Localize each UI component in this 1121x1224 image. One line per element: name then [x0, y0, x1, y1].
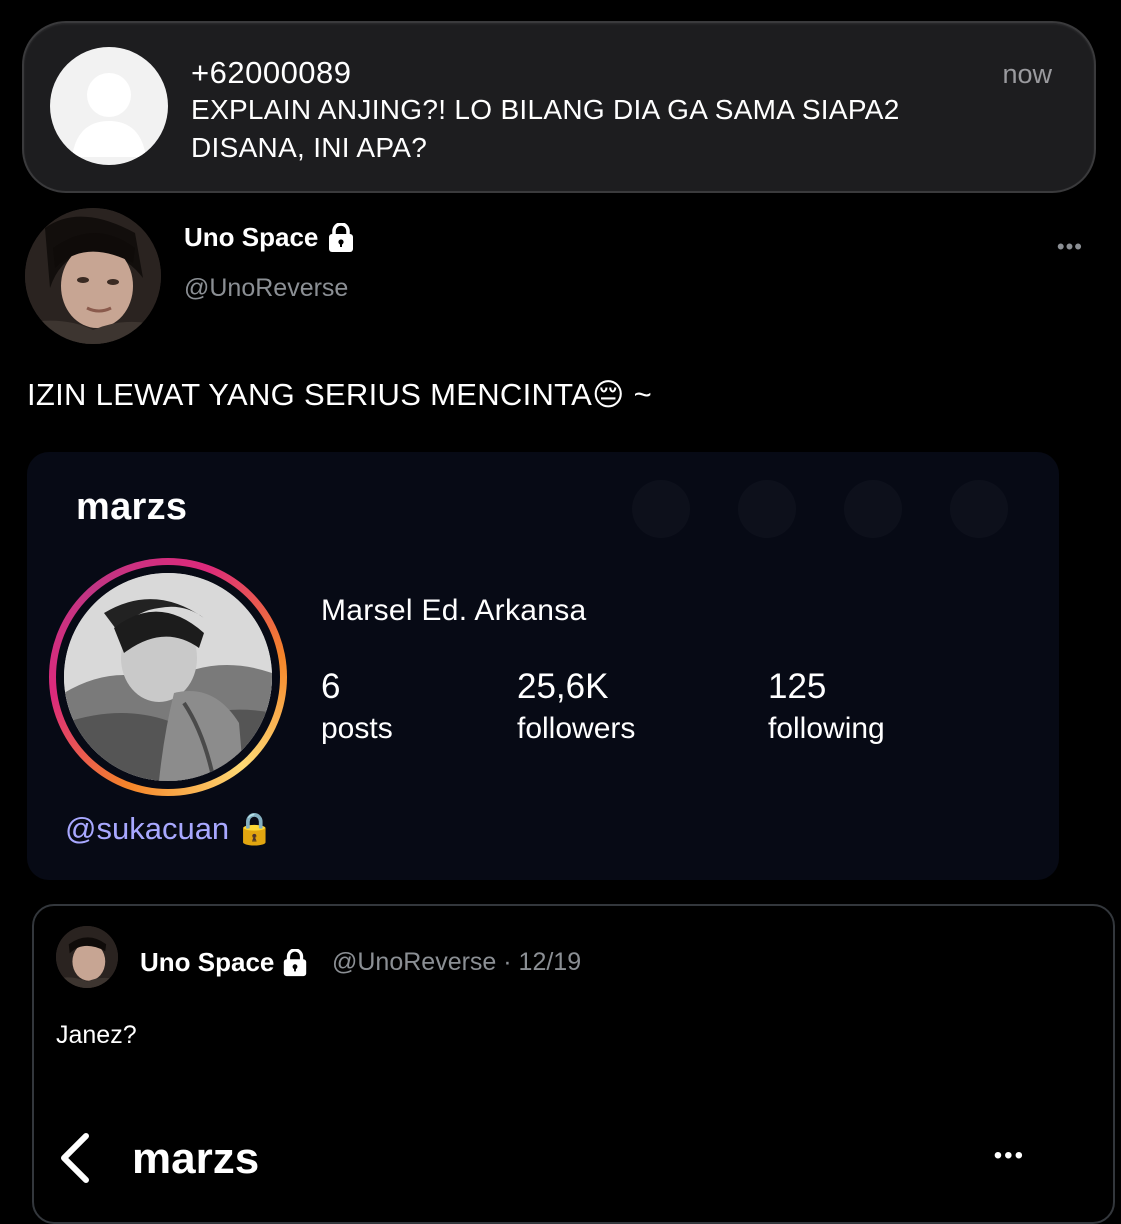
posts-count: 6 — [321, 667, 341, 706]
quoted-tweet[interactable]: Uno Space @UnoReverse · 12/19 Janez? mar… — [32, 904, 1115, 1224]
faded-icon — [844, 480, 902, 538]
author-avatar[interactable] — [25, 208, 161, 344]
quoted-author-avatar — [56, 926, 118, 988]
profile-full-name: Marsel Ed. Arkansa — [321, 594, 587, 627]
faded-icon — [738, 480, 796, 538]
profile-handle: @sukacuan 🔒 — [65, 810, 274, 847]
profile-handle-text: @sukacuan — [65, 810, 230, 846]
lock-icon — [329, 222, 354, 252]
attached-profile-image[interactable]: marzs Marsel Ed. Arkansa 6 posts 25,6K f… — [27, 452, 1059, 880]
notification-time: now — [1002, 59, 1052, 89]
faded-icon — [632, 480, 690, 538]
posts-stat: 6 posts — [321, 668, 393, 752]
contact-avatar-icon — [50, 47, 168, 165]
story-ring — [49, 558, 287, 796]
posts-label: posts — [321, 712, 393, 745]
following-label: following — [768, 712, 885, 745]
more-options-icon: ••• — [993, 1142, 1025, 1169]
followers-stat: 25,6K followers — [517, 668, 635, 752]
quoted-author-name-text: Uno Space — [140, 947, 275, 977]
more-options-icon[interactable]: ••• — [1057, 234, 1083, 260]
notification-message: EXPLAIN ANJING?! LO BILANG DIA GA SAMA S… — [191, 94, 900, 163]
author-handle[interactable]: @UnoReverse — [184, 274, 348, 303]
faded-icon — [950, 480, 1008, 538]
back-chevron-icon — [61, 1133, 89, 1183]
quoted-author-name: Uno Space — [140, 947, 309, 978]
quoted-tweet-text: Janez? — [56, 1021, 137, 1049]
padlock-emoji-icon: 🔒 — [235, 811, 274, 846]
notification-sender: +62000089 — [191, 55, 352, 90]
quoted-handle-date: @UnoReverse · 12/19 — [332, 948, 582, 976]
author-name-text: Uno Space — [184, 222, 319, 252]
profile-username: marzs — [76, 486, 188, 528]
quoted-page-title: marzs — [132, 1134, 260, 1183]
profile-photo — [64, 573, 272, 781]
message-notification[interactable]: +62000089 EXPLAIN ANJING?! LO BILANG DIA… — [22, 21, 1096, 193]
followers-count: 25,6K — [517, 667, 609, 706]
tweet-text: IZIN LEWAT YANG SERIUS MENCINTA😔 ~ — [27, 377, 653, 412]
lock-icon — [284, 948, 307, 976]
followers-label: followers — [517, 712, 636, 745]
author-display-name[interactable]: Uno Space — [184, 222, 356, 253]
following-stat: 125 following — [768, 668, 885, 752]
following-count: 125 — [768, 667, 827, 706]
profile-header-icons — [632, 480, 1008, 538]
